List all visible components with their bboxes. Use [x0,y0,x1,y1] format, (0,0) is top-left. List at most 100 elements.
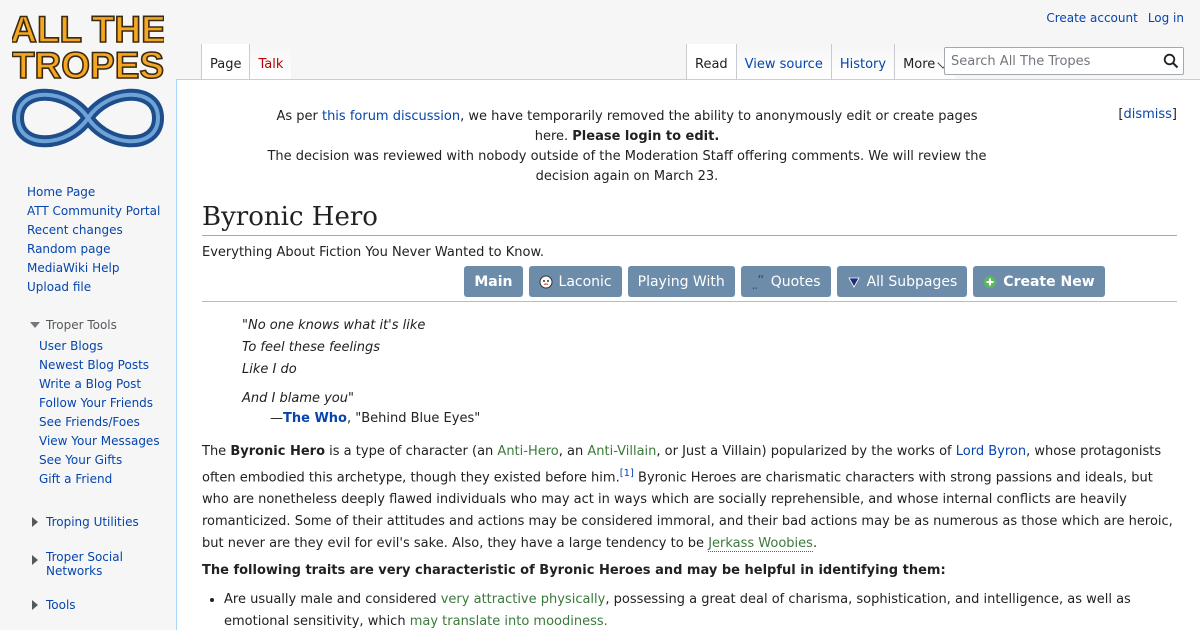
triangle-right-icon [32,555,38,565]
log-in-link[interactable]: Log in [1148,11,1184,25]
notice-pre: As per [276,109,322,124]
traits-heading: The following traits are very characteri… [202,563,946,579]
search-input[interactable] [945,48,1150,74]
sidebar: Home Page ATT Community Portal Recent ch… [0,185,176,612]
troping-utilities-heading[interactable]: Troping Utilities [0,515,176,529]
create-new-label: Create New [1003,273,1095,290]
anti-hero-link[interactable]: Anti-Hero [497,444,558,459]
sidebar-item-user-blogs[interactable]: User Blogs [39,339,176,358]
tab-view-source[interactable]: View source [735,44,831,80]
svg-text:“: “ [757,275,764,289]
search-icon[interactable] [1163,53,1179,69]
tab-more-label: More [903,57,936,72]
quote-attribution: —The Who, "Behind Blue Eyes" [270,410,1177,428]
sidebar-item-gift-friend[interactable]: Gift a Friend [39,472,176,491]
trait-text: Are usually male and considered [224,592,441,608]
quote-line: To feel these feelings [242,340,381,355]
subpage-main-label: Main [474,273,513,290]
traits-list: Are usually male and considered very att… [224,589,1177,630]
forum-discussion-link[interactable]: this forum discussion [322,109,460,124]
site-logo[interactable]: ALL THE TROPES [9,8,167,154]
sidebar-item-home[interactable]: Home Page [27,185,176,204]
page-tagline: Everything About Fiction You Never Wante… [202,245,545,260]
intro-bold-term: Byronic Hero [230,444,326,459]
triangle-right-icon [32,600,38,610]
subpage-playing-with-button[interactable]: Playing With [627,266,735,297]
logo-line1: ALL THE [12,9,164,50]
quote-line: And I blame you" [242,391,354,406]
intro-text: The [202,444,231,459]
laconic-face-icon [539,275,553,288]
sidebar-item-mediawiki-help[interactable]: MediaWiki Help [27,261,176,280]
troper-social-title: Troper Social Networks [46,550,123,578]
namespace-tabs: Page Talk [201,44,292,80]
quote-line: "No one knows what it's like [242,318,426,333]
dismiss-link[interactable]: dismiss [1123,107,1171,122]
troper-tools-portal: Troper Tools User Blogs Newest Blog Post… [0,316,176,491]
site-notice: As per this forum discussion, we have te… [202,80,1177,192]
jerkass-woobies-link[interactable]: Jerkass Woobies [708,536,813,553]
notice-bold: Please login to edit. [572,129,720,144]
list-item: Are usually male and considered very att… [224,589,1177,630]
content-area: As per this forum discussion, we have te… [176,79,1200,630]
sidebar-item-newest-blog-posts[interactable]: Newest Blog Posts [39,358,176,377]
search-box [944,47,1184,75]
page-title: Byronic Hero [202,200,1177,236]
troping-utilities-title: Troping Utilities [46,515,139,529]
subpage-main-button[interactable]: Main [464,266,523,297]
sidebar-item-recent-changes[interactable]: Recent changes [27,223,176,242]
create-account-link[interactable]: Create account [1046,11,1138,25]
subpage-laconic-label: Laconic [558,273,612,290]
tab-read[interactable]: Read [686,44,736,80]
tools-heading[interactable]: Tools [0,598,176,612]
subpage-playing-with-label: Playing With [637,273,725,290]
logo-graphic: ALL THE TROPES [9,8,167,148]
sidebar-item-upload-file[interactable]: Upload file [27,280,176,299]
the-who-link[interactable]: The Who [283,411,347,426]
moodiness-link[interactable]: may translate into moodiness. [410,614,608,629]
quote-marks-icon: „“ [751,275,764,289]
dismiss-notice: [dismiss] [1118,107,1177,122]
tab-talk[interactable]: Talk [249,44,292,80]
intro-paragraph: The Byronic Hero is a type of character … [202,441,1177,555]
personal-tools: Create account Log in [1046,11,1184,25]
intro-text: , an [558,444,588,459]
create-new-button[interactable]: Create New [973,266,1105,297]
troper-social-heading[interactable]: Troper Social Networks [0,550,176,578]
notice-line2: The decision was reviewed with nobody ou… [267,149,987,184]
tab-history[interactable]: History [830,44,895,80]
sidebar-item-write-blog-post[interactable]: Write a Blog Post [39,377,176,396]
sidebar-item-messages[interactable]: View Your Messages [39,434,176,453]
notice-text: As per this forum discussion, we have te… [266,107,988,187]
anti-villain-link[interactable]: Anti-Villain [587,444,656,459]
navigation-list: Home Page ATT Community Portal Recent ch… [0,185,176,299]
sidebar-item-community-portal[interactable]: ATT Community Portal [27,204,176,223]
quote-dash: — [270,411,283,426]
lord-byron-link[interactable]: Lord Byron [956,444,1026,459]
subpage-quotes-button[interactable]: „ “ Quotes [740,266,831,297]
troper-social-line1: Troper Social [46,550,123,564]
tools-title: Tools [46,598,76,612]
dropdown-triangle-icon [847,277,860,288]
sidebar-item-follow-friends[interactable]: Follow Your Friends [39,396,176,415]
intro-text: is a type of character (an [325,444,498,459]
content-inner: As per this forum discussion, we have te… [202,80,1177,630]
sidebar-item-gifts[interactable]: See Your Gifts [39,453,176,472]
page-quote: "No one knows what it's like To feel the… [242,315,1177,410]
sidebar-item-friends-foes[interactable]: See Friends/Foes [39,415,176,434]
subpage-all-subpages-button[interactable]: All Subpages [836,266,968,297]
triangle-right-icon [32,517,38,527]
troper-social-line2: Networks [46,564,103,578]
troper-tools-heading[interactable]: Troper Tools [0,316,176,333]
troper-tools-title: Troper Tools [46,317,117,332]
triangle-down-icon [30,321,40,328]
logo-line2: TROPES [12,45,164,86]
reference-link[interactable]: [1] [620,468,634,479]
sidebar-item-random-page[interactable]: Random page [27,242,176,261]
subpage-laconic-button[interactable]: Laconic [528,266,622,297]
subpage-bar: Main Laconic Playing With „ “ Quotes All … [202,266,1177,302]
view-tabs: Read View source History More [686,44,956,80]
intro-text: . [812,536,818,552]
tab-page[interactable]: Page [201,44,250,80]
attractive-link[interactable]: very attractive physically [441,592,606,607]
